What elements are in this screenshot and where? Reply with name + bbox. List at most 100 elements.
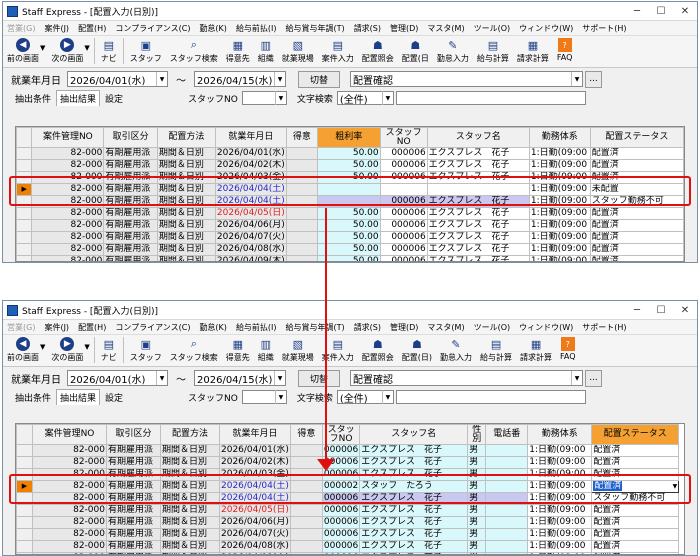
cell-kind[interactable]: 有期雇用派 [103, 207, 158, 220]
cell-customer[interactable] [285, 255, 318, 261]
placement-inquiry-button[interactable]: ☗ 配置照会 [362, 337, 394, 363]
table-row[interactable]: 82-000 有期雇用派 期間＆日別 2026/04/07(火) 50.00 000006… [16, 231, 684, 244]
cell-shift[interactable]: 1:日勤(09:00 [528, 231, 591, 244]
cell-method[interactable]: 期間＆日別 [160, 504, 220, 517]
cell-status[interactable]: 配置済 ▼ [591, 480, 680, 493]
staff-button[interactable]: ▣ スタッフ [130, 38, 162, 64]
cell-status[interactable]: 配置済 [589, 243, 684, 256]
cell-kind[interactable]: 有期雇用派 [106, 516, 161, 529]
col-sex[interactable]: 性別 [467, 424, 487, 445]
payroll-button[interactable]: ▤ 給与計算 [480, 337, 512, 363]
row-selector[interactable] [16, 159, 33, 172]
menu-item[interactable]: ツール(O) [474, 322, 511, 333]
cell-staff-name[interactable]: エクスプレス 花子 [426, 255, 530, 261]
table-row[interactable]: 82-000 有期雇用派 期間＆日別 2026/04/02(木) 000006 エクスプレ… [16, 456, 680, 469]
cell-staff-no[interactable]: 000006 [379, 171, 428, 184]
cell-date[interactable]: 2026/04/02(木) [219, 456, 291, 469]
cell-date[interactable]: 2026/04/08(水) [219, 540, 291, 553]
cell-staff-no[interactable]: 000006 [321, 504, 361, 517]
cell-customer[interactable] [285, 207, 318, 220]
col-date[interactable]: 就業年月日 [214, 127, 287, 148]
col-status[interactable]: 配置ステータス [591, 424, 680, 445]
prev-screen-button[interactable]: ◀ 前の画面 [7, 337, 39, 363]
row-selector[interactable] [16, 492, 33, 505]
cell-sex[interactable]: 男 [467, 492, 487, 505]
maximize-icon[interactable]: ☐ [649, 6, 673, 17]
cell-method[interactable]: 期間＆日別 [156, 219, 216, 232]
cell-staff-name[interactable]: エクスプレス 花子 [426, 159, 530, 172]
text-search-input[interactable] [395, 91, 586, 105]
cell-date[interactable]: 2026/04/09(木) [219, 552, 291, 554]
cell-shift[interactable]: 1:日勤(09:00 [528, 147, 591, 160]
cell-staff-name[interactable]: エクスプレス 花子 [359, 528, 469, 541]
menu-item[interactable]: マスタ(M) [427, 322, 464, 333]
cell-kind[interactable]: 有期雇用派 [106, 540, 161, 553]
table-row[interactable]: 82-000 有期雇用派 期間＆日別 2026/04/01(水) 50.00 000006… [16, 147, 684, 160]
row-selector[interactable] [16, 444, 33, 457]
menu-item[interactable]: サポート(H) [582, 322, 626, 333]
cell-method[interactable]: 期間＆日別 [160, 552, 220, 554]
cell-margin[interactable]: 50.00 [316, 159, 381, 172]
menu-item[interactable]: 案件(J) [44, 23, 69, 34]
cell-method[interactable]: 期間＆日別 [156, 159, 216, 172]
close-icon[interactable]: ✕ [673, 305, 697, 316]
text-search-select[interactable]: (全件) ▼ [336, 390, 394, 405]
menu-item[interactable]: 配置(H) [78, 23, 106, 34]
cell-date[interactable]: 2026/04/04(土) [214, 183, 287, 196]
cell-case-no[interactable]: 82-000 [32, 444, 107, 457]
cell-status[interactable]: 配置済 [589, 219, 684, 232]
cell-customer[interactable] [285, 219, 318, 232]
tab-results[interactable]: 抽出結果 [56, 389, 101, 405]
cell-method[interactable]: 期間＆日別 [160, 444, 220, 457]
col-staff-no[interactable]: スタッフNO [321, 424, 361, 445]
cell-phone[interactable] [485, 516, 529, 529]
cell-date[interactable]: 2026/04/05(日) [214, 207, 287, 220]
cell-staff-name[interactable]: エクスプレス 花子 [359, 504, 469, 517]
maximize-icon[interactable]: ☐ [649, 305, 673, 316]
cell-status[interactable]: 配置済 [591, 504, 680, 517]
table-row[interactable]: 82-000 有期雇用派 期間＆日別 2026/04/03(金) 000006 エクスプレ… [16, 468, 680, 481]
cell-method[interactable]: 期間＆日別 [156, 171, 216, 184]
cell-status[interactable]: 配置済 [589, 171, 684, 184]
cell-date[interactable]: 2026/04/04(土) [214, 195, 287, 208]
cell-customer[interactable] [285, 243, 318, 256]
cell-sex[interactable]: 男 [467, 516, 487, 529]
tab-settings[interactable]: 設定 [101, 389, 127, 406]
cell-case-no[interactable]: 82-000 [31, 171, 105, 184]
menu-item[interactable]: マスタ(M) [427, 23, 464, 34]
cell-staff-name[interactable]: エクスプレス 花子 [426, 243, 530, 256]
cell-customer[interactable] [285, 171, 318, 184]
cell-status[interactable]: スタッフ勤務不可 [589, 195, 684, 208]
cell-customer[interactable] [285, 231, 318, 244]
cell-date[interactable]: 2026/04/01(水) [219, 444, 291, 457]
cell-case-no[interactable]: 82-000 [32, 528, 107, 541]
cell-kind[interactable]: 有期雇用派 [106, 552, 161, 554]
cell-phone[interactable] [485, 444, 529, 457]
table-row[interactable]: ▶ 82-000 有期雇用派 期間＆日別 2026/04/04(土) 000002 スタッフ… [16, 480, 680, 493]
cell-kind[interactable]: 有期雇用派 [103, 159, 158, 172]
cell-kind[interactable]: 有期雇用派 [103, 231, 158, 244]
cell-date[interactable]: 2026/04/08(水) [214, 243, 287, 256]
cell-case-no[interactable]: 82-000 [32, 504, 107, 517]
cell-status[interactable]: 配置済 [589, 147, 684, 160]
cell-shift[interactable]: 1:日勤(09:00 [527, 540, 593, 553]
cell-kind[interactable]: 有期雇用派 [106, 492, 161, 505]
customer-button[interactable]: ▦ 得意先 [226, 38, 250, 64]
cell-case-no[interactable]: 82-000 [32, 456, 107, 469]
cell-staff-no[interactable]: 000006 [379, 255, 428, 261]
col-kind[interactable]: 取引区分 [103, 127, 158, 148]
cell-staff-name[interactable]: エクスプレス 花子 [359, 444, 469, 457]
cell-staff-no[interactable]: 000006 [321, 528, 361, 541]
cell-case-no[interactable]: 82-000 [31, 231, 105, 244]
worksite-button[interactable]: ▧ 就業現場 [282, 337, 314, 363]
cell-case-no[interactable]: 82-000 [32, 552, 107, 554]
worksite-button[interactable]: ▧ 就業現場 [282, 38, 314, 64]
close-icon[interactable]: ✕ [673, 6, 697, 17]
navi-button[interactable]: ▤ ナビ [101, 38, 117, 64]
row-selector[interactable]: ▶ [16, 183, 33, 196]
cell-kind[interactable]: 有期雇用派 [103, 147, 158, 160]
cell-customer[interactable] [289, 444, 323, 457]
row-selector[interactable] [16, 195, 33, 208]
cell-method[interactable]: 期間＆日別 [156, 183, 216, 196]
cell-staff-no[interactable] [379, 183, 428, 196]
